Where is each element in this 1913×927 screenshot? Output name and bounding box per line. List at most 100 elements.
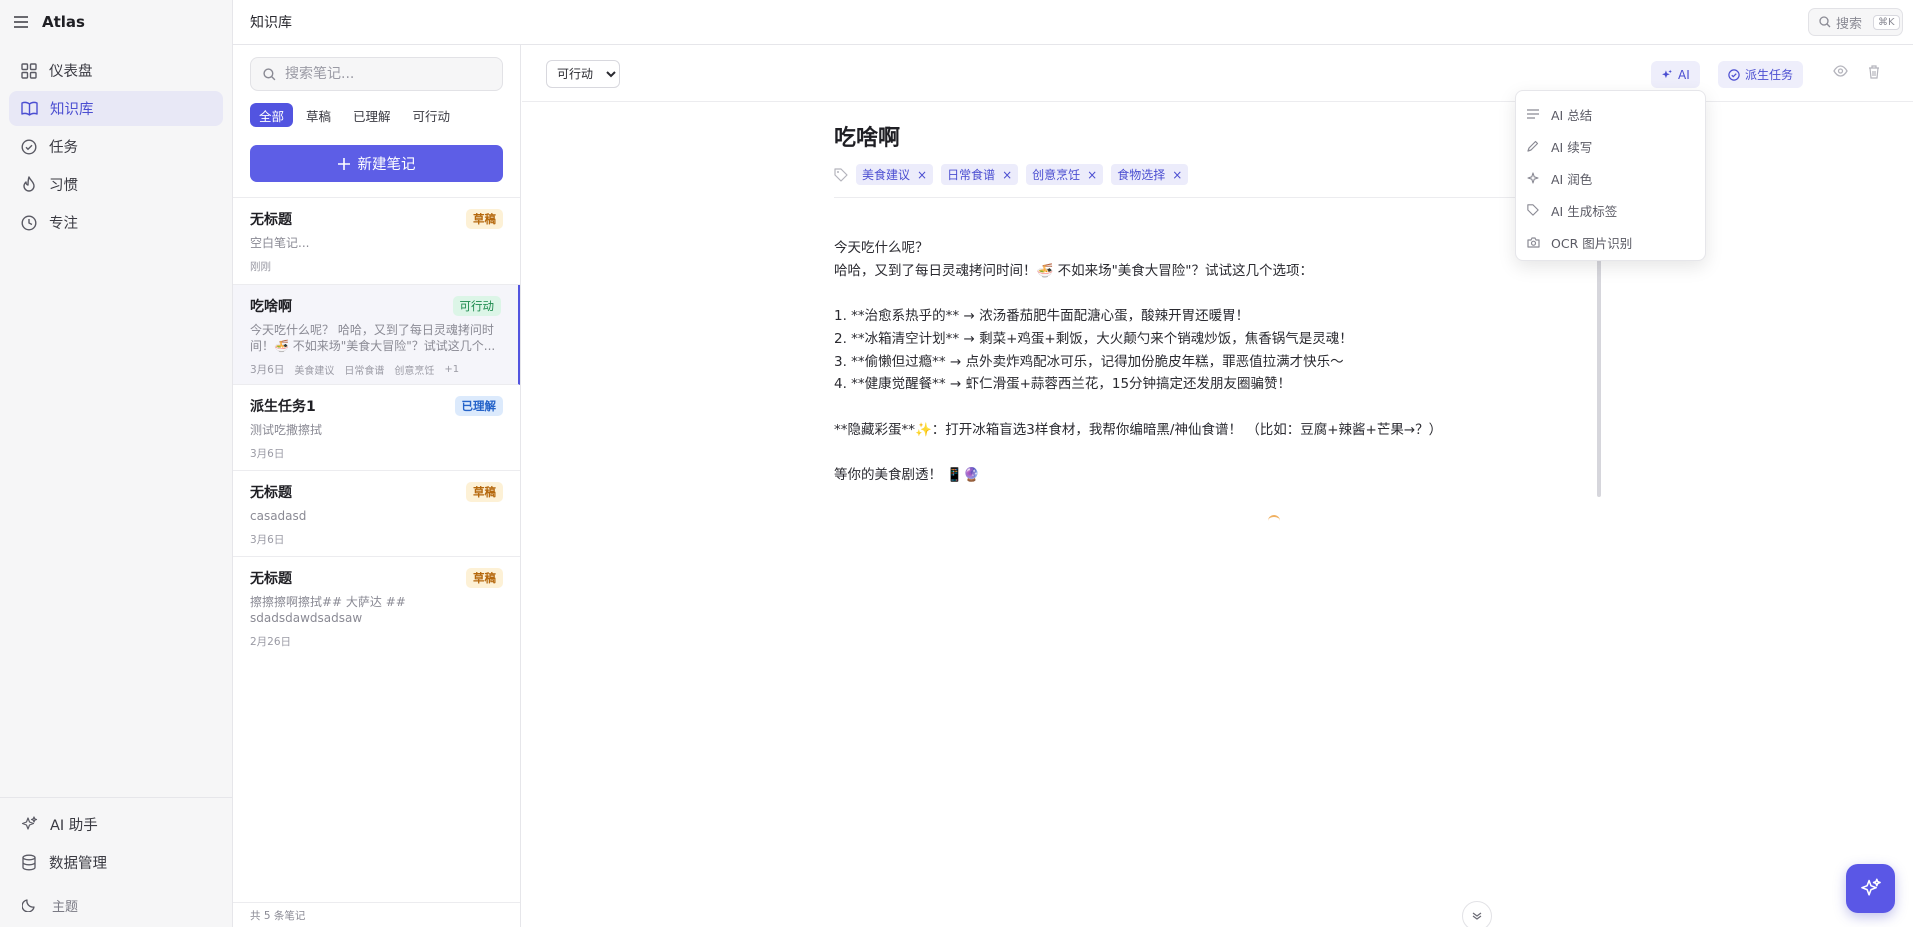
- sidebar-item-data-management[interactable]: 数据管理: [9, 845, 223, 880]
- list-item[interactable]: 吃啥啊 可行动 今天吃什么呢？ 哈哈，又到了每日灵魂拷问时间！🍜 不如来场"美食…: [233, 285, 520, 385]
- scroll-down-button[interactable]: [1462, 901, 1492, 927]
- chevron-down-icon: [1472, 912, 1482, 920]
- tag-list: 美食建议 × 日常食谱 × 创意烹饪 × 食物选择 ×: [834, 164, 1564, 198]
- sidebar-item-label: 习惯: [49, 178, 78, 194]
- filter-understood[interactable]: 已理解: [344, 103, 400, 127]
- sparkle-icon: [1527, 172, 1541, 184]
- remove-tag-icon[interactable]: ×: [1002, 168, 1012, 182]
- note-excerpt: 空白笔记...: [250, 236, 310, 250]
- ai-menu-item-polish[interactable]: AI 润色: [1516, 162, 1705, 194]
- tag-chip: 食物选择 ×: [1111, 164, 1189, 185]
- list-item[interactable]: 无标题 草稿 casadasd 3月6日: [233, 471, 520, 557]
- more-tags-count: +1: [444, 364, 460, 375]
- remove-tag-icon[interactable]: ×: [917, 168, 927, 182]
- new-note-button[interactable]: 新建笔记: [250, 145, 503, 182]
- sidebar-footer: AI 助手 数据管理 主题: [0, 797, 232, 927]
- sidebar-item-label: 专注: [49, 216, 78, 232]
- search-icon: [263, 67, 276, 81]
- ai-menu-item-continue[interactable]: AI 续写: [1516, 130, 1705, 162]
- ai-button[interactable]: AI: [1651, 61, 1700, 88]
- pencil-icon: [1527, 140, 1541, 152]
- remove-tag-icon[interactable]: ×: [1172, 168, 1182, 182]
- ai-menu-item-ocr[interactable]: OCR 图片识别: [1516, 226, 1705, 258]
- ai-button-label: AI: [1678, 67, 1690, 82]
- note-tag: 美食建议: [294, 366, 335, 377]
- sidebar-nav: 仪表盘 知识库 任务 习惯 专注: [0, 53, 232, 240]
- derive-task-label: 派生任务: [1745, 68, 1794, 82]
- status-badge: 可行动: [452, 296, 501, 316]
- plus-icon: [337, 157, 350, 170]
- tag-icon: [1527, 204, 1541, 216]
- note-excerpt: casadasd: [250, 509, 307, 523]
- ai-menu-item-generate-tags[interactable]: AI 生成标签: [1516, 194, 1705, 226]
- sidebar-item-label: 任务: [49, 140, 78, 156]
- ai-fab-button[interactable]: [1846, 864, 1895, 913]
- sidebar-item-focus[interactable]: 专注: [9, 205, 223, 240]
- brand: Atlas: [0, 0, 232, 44]
- dashboard-icon: [21, 62, 37, 79]
- moon-icon: [22, 898, 36, 912]
- tag-chip: 日常食谱 ×: [941, 164, 1019, 185]
- tag-label: 创意烹饪: [1032, 168, 1081, 182]
- breadcrumb: 知识库: [250, 15, 292, 31]
- note-date: 3月6日: [250, 448, 285, 460]
- check-circle-icon: [1728, 68, 1740, 81]
- clock-icon: [21, 214, 37, 231]
- sidebar-item-dashboard[interactable]: 仪表盘: [9, 53, 223, 88]
- ai-menu-item-summarize[interactable]: AI 总结: [1516, 98, 1705, 130]
- tag-icon: [834, 167, 848, 182]
- tag-chip: 美食建议 ×: [856, 164, 934, 185]
- notes-search-input[interactable]: [285, 66, 485, 82]
- note-title: 无标题: [250, 571, 292, 587]
- ai-menu-label: AI 润色: [1551, 171, 1593, 187]
- editor-scrollbar[interactable]: [1597, 257, 1601, 497]
- sidebar-item-label: 知识库: [50, 102, 94, 118]
- filter-draft[interactable]: 草稿: [297, 103, 340, 127]
- global-search-button[interactable]: 搜索 ⌘K: [1808, 8, 1903, 36]
- sidebar-item-label: AI 助手: [50, 818, 98, 834]
- ai-dropdown-menu: AI 总结 AI 续写 AI 润色 AI 生成标签 OCR 图片识别: [1515, 90, 1706, 261]
- check-circle-icon: [21, 138, 37, 155]
- notes-list: 无标题 草稿 空白笔记... 刚刚 吃啥啊 可行动 今天吃什么呢？ 哈哈，又到了…: [233, 197, 520, 657]
- status-badge: 草稿: [466, 568, 503, 588]
- tag-chip: 创意烹饪 ×: [1026, 164, 1104, 185]
- notes-panel: 全部 草稿 已理解 可行动 新建笔记 无标题 草稿 空白笔记... 刚刚 吃啥啊…: [233, 45, 521, 927]
- theme-toggle[interactable]: 主题: [9, 883, 223, 927]
- ai-menu-label: AI 总结: [1551, 107, 1593, 123]
- note-excerpt: 今天吃什么呢？ 哈哈，又到了每日灵魂拷问时间！🍜 不如来场"美食大冒险"？试试这…: [250, 323, 496, 353]
- new-note-label: 新建笔记: [357, 157, 416, 173]
- sidebar-item-tasks[interactable]: 任务: [9, 129, 223, 164]
- derive-task-button[interactable]: 派生任务: [1718, 61, 1804, 88]
- loading-spinner-icon: [1268, 515, 1280, 527]
- flame-icon: [21, 176, 37, 193]
- tag-label: 日常食谱: [947, 168, 996, 182]
- filter-actionable[interactable]: 可行动: [404, 103, 460, 127]
- list-item[interactable]: 无标题 草稿 擦擦擦啊擦拭## 大萨达 ## sdadsdawdsadsaw 2…: [233, 557, 520, 657]
- list-item[interactable]: 派生任务1 已理解 测试吃撒擦拭 3月6日: [233, 385, 520, 471]
- note-tag: 创意烹饪: [394, 366, 435, 377]
- ai-menu-label: OCR 图片识别: [1551, 235, 1633, 251]
- list-item[interactable]: 无标题 草稿 空白笔记... 刚刚: [233, 198, 520, 285]
- note-body[interactable]: 今天吃什么呢？ 哈哈，又到了每日灵魂拷问时间！🍜 不如来场"美食大冒险"？试试这…: [834, 237, 1594, 487]
- sidebar-item-ai-assistant[interactable]: AI 助手: [9, 807, 223, 842]
- notes-count: 共 5 条笔记: [233, 902, 520, 927]
- eye-icon[interactable]: [1833, 65, 1848, 77]
- note-tag: 日常食谱: [344, 366, 385, 377]
- remove-tag-icon[interactable]: ×: [1087, 168, 1097, 182]
- sidebar-item-habits[interactable]: 习惯: [9, 167, 223, 202]
- trash-icon[interactable]: [1868, 65, 1880, 79]
- app-window: Atlas 仪表盘 知识库 任务 习惯 专注 AI 助手 数据管理 主题 知识库…: [0, 0, 1913, 927]
- app-title: Atlas: [42, 13, 85, 31]
- notes-search-box: [250, 57, 503, 91]
- note-title: 无标题: [250, 485, 292, 501]
- note-date: 3月6日: [250, 364, 285, 376]
- sparkles-icon: [21, 816, 38, 833]
- sparkles-icon: [1661, 69, 1673, 81]
- sidebar-item-knowledge-base[interactable]: 知识库: [9, 91, 223, 126]
- filter-tabs: 全部 草稿 已理解 可行动: [250, 103, 503, 127]
- note-title: 吃啥啊: [250, 299, 292, 315]
- note-title-heading[interactable]: 吃啥啊: [834, 120, 1594, 154]
- status-select[interactable]: 可行动: [546, 60, 620, 88]
- filter-all[interactable]: 全部: [250, 103, 294, 127]
- menu-icon[interactable]: [14, 16, 28, 28]
